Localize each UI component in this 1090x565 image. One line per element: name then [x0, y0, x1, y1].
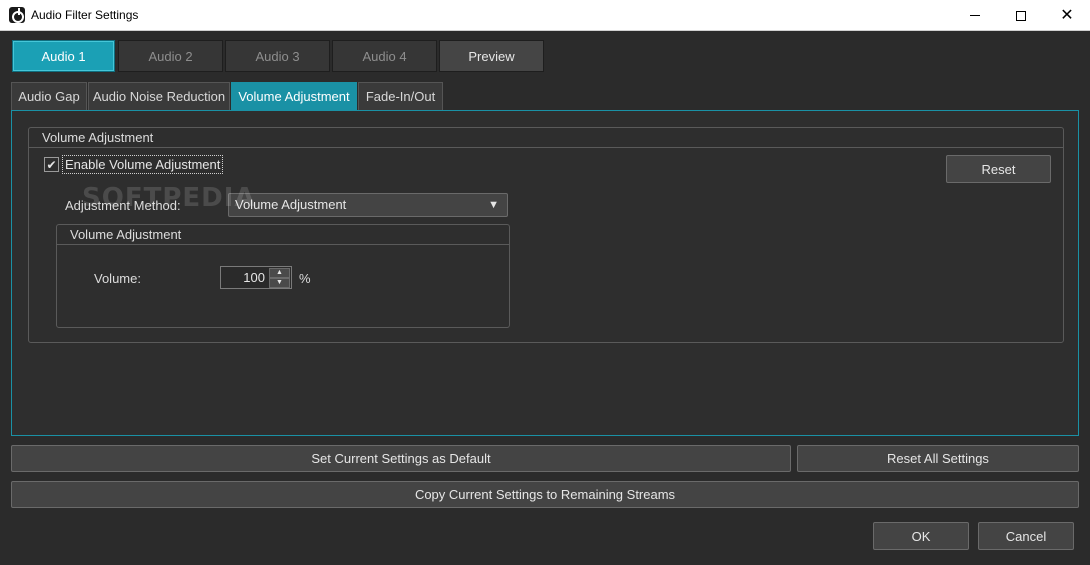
- tab-panel: Volume Adjustment ✔ Enable Volume Adjust…: [11, 110, 1079, 436]
- volume-inner-group: Volume Adjustment Volume: 100 ▲ ▼ %: [56, 224, 510, 328]
- volume-spinbox[interactable]: 100 ▲ ▼: [220, 266, 292, 289]
- tab-audio-noise-reduction[interactable]: Audio Noise Reduction: [88, 82, 230, 110]
- volume-adjustment-group: Volume Adjustment ✔ Enable Volume Adjust…: [28, 127, 1064, 343]
- inner-group-title: Volume Adjustment: [57, 225, 509, 245]
- tab-audio-gap[interactable]: Audio Gap: [11, 82, 87, 110]
- reset-button[interactable]: Reset: [946, 155, 1051, 183]
- spin-down-button[interactable]: ▼: [269, 278, 290, 288]
- watermark: SOFTPEDIA: [82, 183, 256, 213]
- tab-audio-4[interactable]: Audio 4: [332, 40, 437, 72]
- maximize-icon: [1016, 10, 1026, 21]
- minimize-icon: [970, 15, 980, 16]
- copy-settings-button[interactable]: Copy Current Settings to Remaining Strea…: [11, 481, 1079, 508]
- maximize-button[interactable]: [998, 0, 1044, 31]
- volume-label: Volume:: [94, 271, 141, 286]
- tab-volume-adjustment[interactable]: Volume Adjustment: [231, 82, 357, 110]
- dropdown-arrow-icon: ▼: [488, 199, 499, 211]
- reset-all-button[interactable]: Reset All Settings: [797, 445, 1079, 472]
- chevron-down-icon: ▼: [276, 279, 283, 286]
- enable-volume-label[interactable]: Enable Volume Adjustment: [62, 155, 224, 174]
- checkmark-icon: ✔: [46, 157, 57, 172]
- enable-volume-checkbox[interactable]: ✔: [44, 157, 59, 172]
- volume-value[interactable]: 100: [243, 270, 265, 285]
- close-button[interactable]: ✕: [1044, 0, 1090, 31]
- tab-fade-in-out[interactable]: Fade-In/Out: [358, 82, 443, 110]
- preview-button[interactable]: Preview: [439, 40, 544, 72]
- set-default-button[interactable]: Set Current Settings as Default: [11, 445, 791, 472]
- app-icon: [9, 7, 25, 23]
- chevron-up-icon: ▲: [276, 269, 283, 276]
- tab-audio-3[interactable]: Audio 3: [225, 40, 330, 72]
- adjustment-method-select[interactable]: Volume Adjustment ▼: [228, 193, 508, 217]
- minimize-button[interactable]: [952, 0, 998, 31]
- close-icon: ✕: [1060, 6, 1074, 24]
- cancel-button[interactable]: Cancel: [978, 522, 1074, 550]
- tab-audio-1[interactable]: Audio 1: [12, 40, 115, 72]
- group-title: Volume Adjustment: [29, 128, 1063, 148]
- volume-unit: %: [299, 271, 311, 286]
- tab-audio-2[interactable]: Audio 2: [118, 40, 223, 72]
- window-title: Audio Filter Settings: [31, 8, 139, 22]
- spin-up-button[interactable]: ▲: [269, 268, 290, 278]
- ok-button[interactable]: OK: [873, 522, 969, 550]
- title-bar: Audio Filter Settings ✕: [0, 0, 1090, 31]
